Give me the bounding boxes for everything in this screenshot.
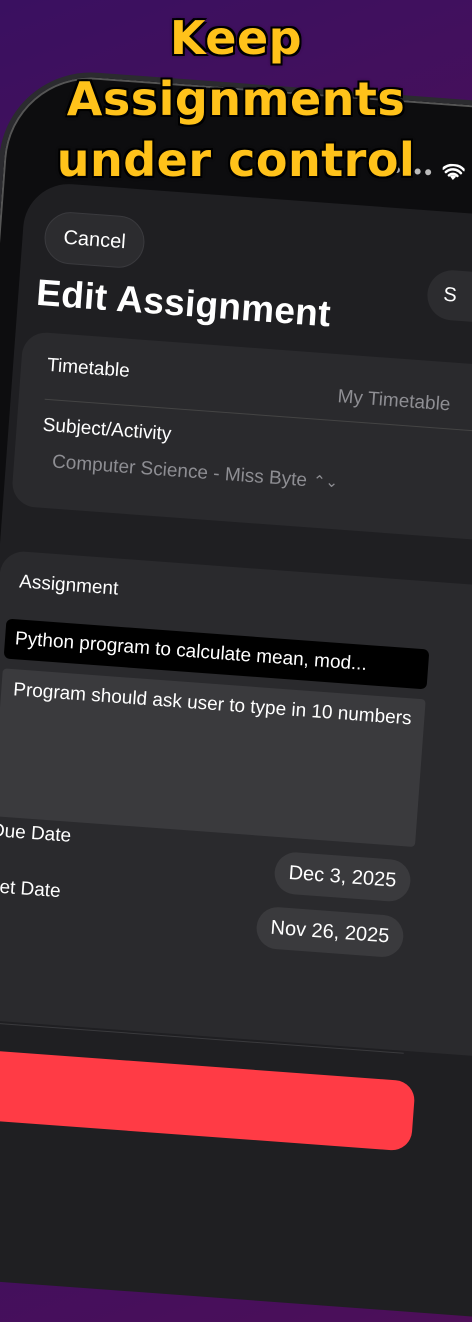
timetable-label: Timetable [46, 354, 131, 382]
save-button[interactable]: S [425, 268, 472, 326]
set-date-label: Set Date [0, 875, 62, 903]
assignment-card: Assignment Python program to calculate m… [0, 549, 472, 1060]
page-title: Edit Assignment [35, 271, 333, 335]
promo-line-1: Keep [169, 11, 303, 65]
due-date-label: Due Date [0, 819, 72, 847]
assignment-label: Assignment [18, 571, 120, 600]
timetable-subject-card: Timetable My Timetable Subject/Activity … [10, 331, 472, 547]
timetable-value[interactable]: My Timetable [337, 386, 451, 416]
subject-label: Subject/Activity [42, 414, 173, 446]
phone-frame: ●●●● Cancel S Edit Assignment Timetable … [0, 66, 472, 1322]
promo-line-2: Assignments [66, 72, 406, 126]
promo-line-3: under control [56, 133, 416, 187]
subject-value: Computer Science - Miss Byte [51, 451, 308, 492]
promo-headline: Keep Assignments under control [0, 8, 472, 191]
assignment-notes-field[interactable]: Program should ask user to type in 10 nu… [0, 668, 426, 848]
subject-picker[interactable]: Computer Science - Miss Byte ⌃⌄ [51, 451, 339, 494]
delete-button[interactable] [0, 1048, 416, 1152]
set-date-picker[interactable]: Nov 26, 2025 [255, 905, 405, 959]
chevron-up-down-icon: ⌃⌄ [312, 472, 339, 492]
edit-assignment-sheet: Cancel S Edit Assignment Timetable My Ti… [0, 180, 472, 1322]
cancel-button[interactable]: Cancel [42, 210, 147, 270]
due-date-picker[interactable]: Dec 3, 2025 [273, 850, 412, 903]
